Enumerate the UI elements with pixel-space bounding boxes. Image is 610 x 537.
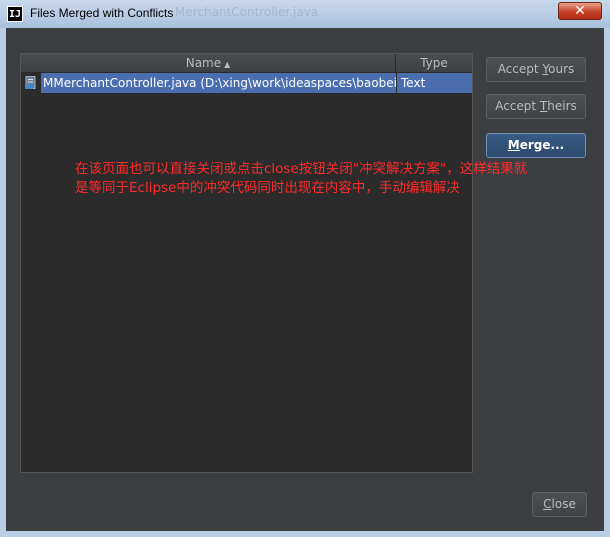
dialog-body: Name ▲ Type MMerchantController.java (D:\… <box>6 28 604 531</box>
accept-yours-label-pre: Accept <box>497 62 543 76</box>
table-header: Name ▲ Type <box>21 54 472 73</box>
window-close-button[interactable]: ✕ <box>558 2 602 20</box>
title-bar[interactable]: MerchantController.java IJ Files Merged … <box>0 0 610 29</box>
column-header-type[interactable]: Type <box>396 54 472 72</box>
window-title: Files Merged with Conflicts <box>30 6 174 20</box>
accept-theirs-button[interactable]: Accept Theirs <box>486 94 586 119</box>
close-label-post: lose <box>551 497 576 511</box>
accept-theirs-label-post: heirs <box>547 99 577 113</box>
java-file-icon <box>25 76 36 89</box>
close-mnemonic: C <box>543 497 552 511</box>
accept-yours-button[interactable]: Accept Yours <box>486 57 586 82</box>
merge-button[interactable]: Merge... <box>486 133 586 158</box>
merge-label-post: erge... <box>519 138 565 152</box>
close-button[interactable]: Close <box>532 492 587 517</box>
column-header-type-label: Type <box>420 56 448 70</box>
background-window-title: MerchantController.java <box>175 5 319 19</box>
row-name-cell[interactable]: MMerchantController.java (D:\xing\work\i… <box>41 73 396 93</box>
merge-mnemonic: M <box>507 138 520 152</box>
intellij-app-icon: IJ <box>7 6 23 22</box>
annotation-line-2: 是等同于Eclipse中的冲突代码同时出现在内容中，手动编辑解决 <box>75 180 460 196</box>
row-type-cell[interactable]: Text <box>396 73 472 93</box>
annotation-text: 在该页面也可以直接关闭或点击close按钮关闭"冲突解决方案"，这样结果就 是等… <box>75 160 605 198</box>
annotation-line-1: 在该页面也可以直接关闭或点击close按钮关闭"冲突解决方案"，这样结果就 <box>75 161 528 177</box>
table-row[interactable]: MMerchantController.java (D:\xing\work\i… <box>21 73 472 93</box>
sort-ascending-icon: ▲ <box>224 60 231 69</box>
accept-theirs-label-pre: Accept <box>495 99 540 113</box>
accept-yours-label-post: ours <box>548 62 575 76</box>
column-header-name-label: Name <box>185 56 222 70</box>
column-header-name[interactable]: Name ▲ <box>21 54 396 72</box>
conflicts-table[interactable]: Name ▲ Type MMerchantController.java (D:\… <box>20 53 473 473</box>
